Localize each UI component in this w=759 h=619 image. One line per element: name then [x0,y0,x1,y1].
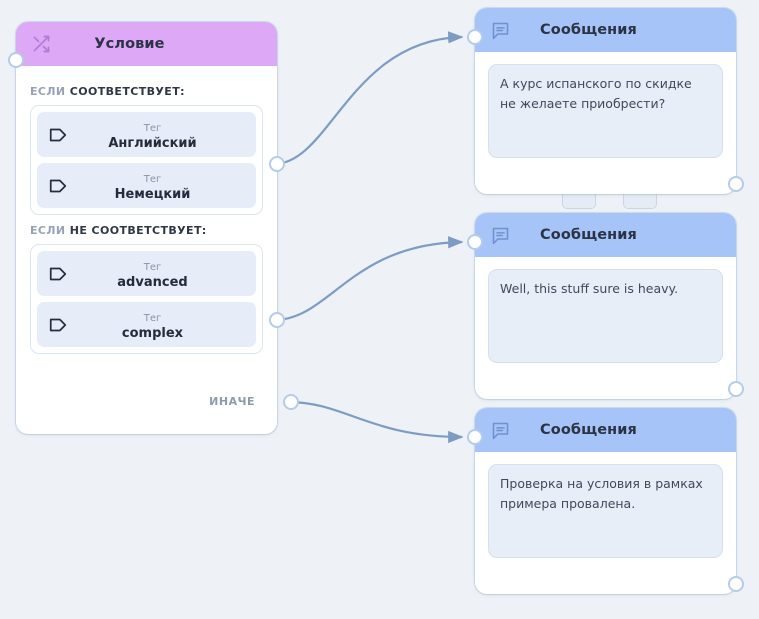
message-input-port[interactable] [467,234,483,250]
flow-canvas[interactable]: Условие ЕСЛИ СООТВЕТСТВУЕТ: Тег Английск… [0,0,759,619]
message-text[interactable]: Проверка на условия в рамках примера про… [488,464,723,558]
tag-value: Немецкий [114,186,191,202]
message-output-port[interactable] [728,176,744,192]
message-bubble-icon [489,224,511,246]
message-bubble-icon [489,419,511,441]
tag-value: Английский [108,135,197,151]
message-node-body: А курс испанского по скидке не желаете п… [475,52,736,170]
branch-condition-match: СООТВЕТСТВУЕТ: [69,85,185,98]
message-node[interactable]: Сообщения А курс испанского по скидке не… [467,8,744,194]
tag-kind: Тег [143,123,162,135]
branch-label-match: ЕСЛИ СООТВЕТСТВУЕТ: [30,85,263,98]
tag-kind: Тег [143,262,162,274]
branch-keyword-match: ЕСЛИ [30,85,66,98]
message-node-header[interactable]: Сообщения [475,8,736,52]
hidden-node-button[interactable] [623,194,657,209]
condition-group-match: Тег Английский Тег Немецкий [30,105,263,215]
tag-value: complex [121,325,184,341]
nomatch-output-port[interactable] [269,312,285,328]
branch-label-nomatch: ЕСЛИ НЕ СООТВЕТСТВУЕТ: [30,224,263,237]
hidden-node-button[interactable] [562,194,596,209]
tag-icon [41,316,75,334]
message-text[interactable]: Well, this stuff sure is heavy. [488,269,723,363]
tag-texts: Тег advanced [75,256,256,290]
tag-row[interactable]: Тег complex [37,302,256,347]
tag-texts: Тег Немецкий [75,168,256,202]
tag-icon [41,126,75,144]
condition-node-title: Условие [94,36,165,52]
shuffle-icon [30,33,52,55]
message-output-port[interactable] [728,576,744,592]
tag-texts: Тег complex [75,307,256,341]
condition-input-port[interactable] [8,52,24,68]
tag-texts: Тег Английский [75,117,256,151]
message-text[interactable]: А курс испанского по скидке не желаете п… [488,64,723,158]
edge-nomatch-to-msg2 [273,236,464,322]
branch-condition-nomatch: НЕ СООТВЕТСТВУЕТ: [69,224,207,237]
message-node[interactable]: Сообщения Проверка на условия в рамках п… [467,408,744,594]
message-node-body: Well, this stuff sure is heavy. [475,257,736,375]
tag-row[interactable]: Тег Немецкий [37,163,256,208]
else-label: ИНАЧЕ [209,395,255,408]
tag-kind: Тег [143,174,162,186]
message-node-body: Проверка на условия в рамках примера про… [475,452,736,570]
condition-group-nomatch: Тег advanced Тег complex [30,244,263,354]
message-bubble-icon [489,19,511,41]
message-input-port[interactable] [467,429,483,445]
tag-icon [41,265,75,283]
tag-icon [41,177,75,195]
tag-row[interactable]: Тег advanced [37,251,256,296]
message-node-title: Сообщения [540,422,637,438]
message-input-port[interactable] [467,29,483,45]
message-node-title: Сообщения [540,227,637,243]
message-node-title: Сообщения [540,22,637,38]
else-output-port[interactable] [283,394,299,410]
condition-node-header[interactable]: Условие [16,22,277,66]
condition-node[interactable]: Условие ЕСЛИ СООТВЕТСТВУЕТ: Тег Английск… [8,22,299,434]
tag-kind: Тег [143,313,162,325]
message-node-header[interactable]: Сообщения [475,213,736,257]
edge-match-to-msg1 [273,31,464,166]
match-output-port[interactable] [269,156,285,172]
branch-keyword-nomatch: ЕСЛИ [30,224,66,237]
condition-node-body: ЕСЛИ СООТВЕТСТВУЕТ: Тег Английский Тег Н… [16,66,277,354]
tag-value: advanced [117,274,188,290]
message-output-port[interactable] [728,381,744,397]
tag-row[interactable]: Тег Английский [37,112,256,157]
message-node-header[interactable]: Сообщения [475,408,736,452]
edge-else-to-msg3 [287,400,464,444]
message-node[interactable]: Сообщения Well, this stuff sure is heavy… [467,213,744,399]
